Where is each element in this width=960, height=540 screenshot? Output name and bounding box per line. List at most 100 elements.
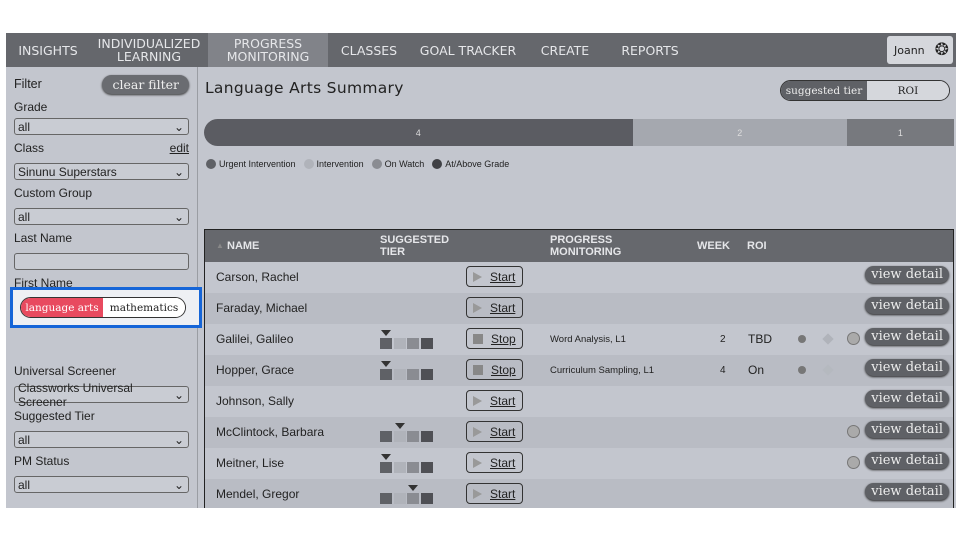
nav-reports[interactable]: REPORTS bbox=[604, 33, 696, 67]
pm-stop-button[interactable]: Stop bbox=[466, 359, 523, 380]
tier-square bbox=[393, 338, 406, 349]
subject-toggle: language arts mathematics bbox=[20, 297, 186, 318]
subject-mathematics[interactable]: mathematics bbox=[103, 298, 185, 317]
view-detail-button[interactable]: view detail bbox=[865, 328, 949, 345]
play-icon bbox=[473, 271, 482, 282]
chevron-down-icon: ⌄ bbox=[173, 164, 184, 179]
col-roi[interactable]: ROI bbox=[747, 240, 767, 252]
tier-marker-icon bbox=[381, 454, 391, 460]
tier-segment-1: 1 bbox=[846, 119, 954, 146]
view-detail-button[interactable]: view detail bbox=[865, 452, 949, 469]
view-detail-button[interactable]: view detail bbox=[865, 421, 949, 438]
class-value: Sinunu Superstars bbox=[18, 164, 117, 179]
col-tier[interactable]: SUGGESTED TIER bbox=[380, 234, 450, 258]
pm-start-button[interactable]: Start bbox=[466, 452, 523, 473]
tier-segment-4: 4 bbox=[204, 119, 633, 146]
legend-item: At/Above Grade bbox=[432, 159, 509, 169]
chevron-down-icon: ⌄ bbox=[173, 477, 184, 492]
students-table: ▲ NAME SUGGESTED TIER PROGRESS MONITORIN… bbox=[204, 229, 954, 508]
tier-marker-icon bbox=[381, 361, 391, 367]
student-name[interactable]: Mendel, Gregor bbox=[216, 487, 299, 501]
week: 2 bbox=[720, 334, 726, 345]
student-name[interactable]: Faraday, Michael bbox=[216, 301, 307, 315]
nav-progress-monitoring[interactable]: PROGRESS MONITORING bbox=[208, 33, 328, 67]
screener-select[interactable]: Classworks Universal Screener ⌄ bbox=[14, 381, 189, 409]
pm-badge-icon bbox=[847, 456, 860, 469]
student-name[interactable]: Meitner, Lise bbox=[216, 456, 284, 470]
app: INSIGHTS INDIVIDUALIZED LEARNING PROGRESS … bbox=[6, 33, 956, 508]
pm-action-label: Start bbox=[490, 269, 516, 284]
tier-square bbox=[420, 369, 433, 380]
legend-label: Intervention bbox=[316, 159, 364, 169]
tier-square bbox=[393, 462, 406, 473]
view-suggested-tier[interactable]: suggested tier bbox=[781, 81, 867, 100]
pm-start-button[interactable]: Start bbox=[466, 483, 523, 504]
tier-segment-2: 2 bbox=[632, 119, 847, 146]
filter-label: Filter bbox=[14, 77, 42, 91]
student-name[interactable]: Johnson, Sally bbox=[216, 394, 294, 408]
legend-dot-icon bbox=[371, 159, 382, 169]
pm-start-button[interactable]: Start bbox=[466, 266, 523, 287]
pm-start-button[interactable]: Start bbox=[466, 297, 523, 318]
class-select[interactable]: Sinunu Superstars ⌄ bbox=[14, 163, 189, 180]
tier-square bbox=[407, 493, 419, 504]
dot-icon bbox=[798, 366, 806, 374]
pm-stop-button[interactable]: Stop bbox=[466, 328, 523, 349]
play-icon bbox=[473, 426, 482, 437]
subject-language-arts[interactable]: language arts bbox=[21, 298, 103, 317]
pm-status-value: all bbox=[18, 477, 31, 492]
view-detail-button[interactable]: view detail bbox=[865, 390, 949, 407]
pm-badge-icon bbox=[847, 332, 860, 345]
view-detail-button[interactable]: view detail bbox=[865, 483, 949, 500]
nav-individualized-learning[interactable]: INDIVIDUALIZED LEARNING bbox=[90, 33, 208, 67]
col-week[interactable]: WEEK bbox=[697, 240, 730, 252]
table-row: Galilei, Galileo Stop Word Analysis, L1 2 TB… bbox=[205, 324, 953, 355]
last-name-input[interactable] bbox=[14, 253, 189, 270]
pm-start-button[interactable]: Start bbox=[466, 390, 523, 411]
student-name[interactable]: Carson, Rachel bbox=[216, 270, 299, 284]
nav-insights[interactable]: INSIGHTS bbox=[6, 33, 90, 67]
student-name[interactable]: Hopper, Grace bbox=[216, 363, 294, 377]
chevron-down-icon: ⌄ bbox=[173, 119, 184, 134]
nav-goal-tracker[interactable]: GOAL TRACKER bbox=[410, 33, 526, 67]
tier-select[interactable]: all ⌄ bbox=[14, 431, 189, 448]
table-header: ▲ NAME SUGGESTED TIER PROGRESS MONITORIN… bbox=[205, 230, 953, 262]
tier-indicator bbox=[380, 330, 434, 350]
student-name[interactable]: Galilei, Galileo bbox=[216, 332, 293, 346]
col-pm[interactable]: PROGRESS MONITORING bbox=[550, 234, 630, 258]
nav-create[interactable]: CREATE bbox=[526, 33, 604, 67]
student-name[interactable]: McClintock, Barbara bbox=[216, 425, 324, 439]
sort-up-icon[interactable]: ▲ bbox=[216, 240, 224, 252]
play-icon bbox=[473, 395, 482, 406]
col-name[interactable]: NAME bbox=[227, 240, 259, 252]
custom-group-select[interactable]: all ⌄ bbox=[14, 208, 189, 225]
view-toggle: suggested tier ROI bbox=[780, 80, 950, 101]
chevron-down-icon: ⌄ bbox=[173, 209, 184, 224]
pm-status-select[interactable]: all ⌄ bbox=[14, 476, 189, 493]
pm-action-label: Stop bbox=[491, 362, 516, 377]
view-detail-button[interactable]: view detail bbox=[865, 359, 949, 376]
class-edit-link[interactable]: edit bbox=[170, 141, 189, 155]
pm-badge-icon bbox=[847, 425, 860, 438]
chevron-down-icon: ⌄ bbox=[173, 387, 184, 402]
tier-square bbox=[380, 493, 392, 504]
subject-toggle-highlight: language arts mathematics bbox=[10, 287, 202, 328]
nav-classes[interactable]: CLASSES bbox=[328, 33, 410, 67]
tier-square bbox=[407, 338, 419, 349]
view-roi[interactable]: ROI bbox=[867, 81, 949, 100]
globe-avatar-icon: ❂ bbox=[934, 40, 949, 60]
pm-assessment: Word Analysis, L1 bbox=[550, 334, 626, 345]
table-row: Johnson, Sally Start view detail bbox=[205, 386, 953, 417]
grade-select[interactable]: all ⌄ bbox=[14, 118, 189, 135]
view-detail-button[interactable]: view detail bbox=[865, 297, 949, 314]
table-row: Faraday, Michael Start view detail bbox=[205, 293, 953, 324]
legend-item: Intervention bbox=[303, 159, 364, 169]
clear-filter-button[interactable]: clear filter bbox=[102, 74, 189, 94]
user-menu[interactable]: Joann ❂ bbox=[887, 36, 953, 64]
pm-start-button[interactable]: Start bbox=[466, 421, 523, 442]
view-detail-button[interactable]: view detail bbox=[865, 266, 949, 283]
legend-label: On Watch bbox=[384, 159, 425, 169]
table-row: Meitner, Lise Start view detail bbox=[205, 448, 953, 479]
tier-square bbox=[420, 462, 433, 473]
table-row: Mendel, Gregor Start view detail bbox=[205, 479, 953, 508]
